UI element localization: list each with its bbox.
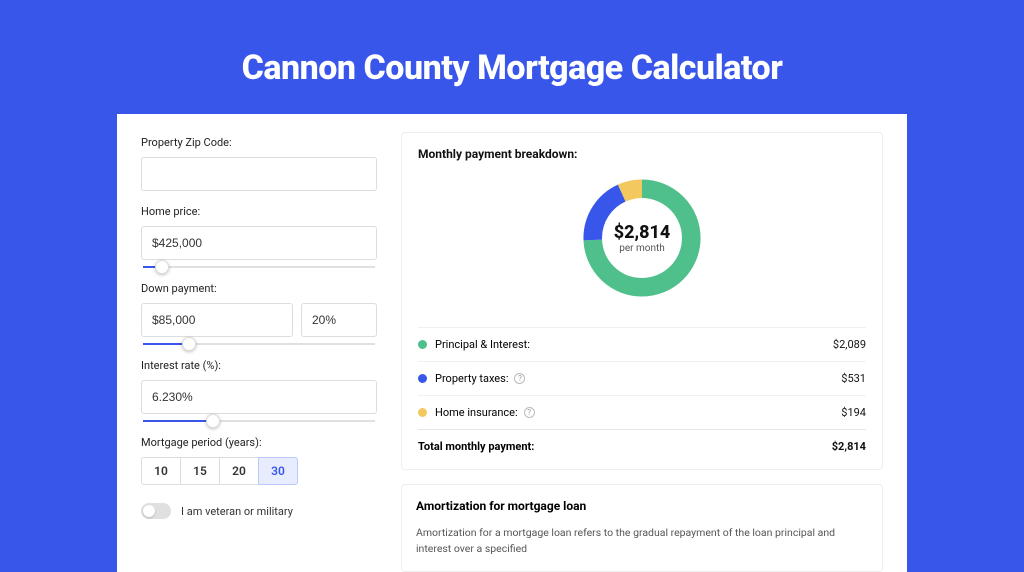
row-insurance-value: $194 (841, 406, 866, 419)
amortization-box: Amortization for mortgage loan Amortizat… (401, 484, 883, 572)
breakdown-column: Monthly payment breakdown: $2,814 per mo… (401, 132, 883, 572)
page-title: Cannon County Mortgage Calculator (0, 0, 1024, 114)
row-principal-label: Principal & Interest: (435, 338, 833, 351)
period-btn-30[interactable]: 30 (258, 457, 298, 485)
home-price-slider[interactable] (143, 260, 375, 274)
calculator-card: Property Zip Code: Home price: Down paym… (117, 114, 907, 572)
down-payment-slider[interactable] (143, 337, 375, 351)
dot-insurance-icon (418, 408, 427, 417)
down-payment-label: Down payment: (141, 282, 377, 295)
row-tax-label: Property taxes: ? (435, 372, 841, 385)
amortization-text: Amortization for a mortgage loan refers … (416, 525, 868, 557)
row-total-label: Total monthly payment: (418, 440, 832, 453)
down-payment-input[interactable] (141, 303, 293, 337)
rate-slider[interactable] (143, 414, 375, 428)
down-payment-pct-input[interactable] (301, 303, 377, 337)
dot-tax-icon (418, 374, 427, 383)
row-principal-value: $2,089 (833, 338, 866, 351)
donut-chart: $2,814 per month (577, 173, 707, 303)
row-insurance-label: Home insurance: ? (435, 406, 841, 419)
zip-label: Property Zip Code: (141, 136, 377, 149)
period-btn-10[interactable]: 10 (141, 457, 181, 485)
donut-amount: $2,814 (614, 222, 671, 243)
info-icon[interactable]: ? (524, 407, 535, 418)
row-total-value: $2,814 (832, 440, 866, 453)
period-btn-20[interactable]: 20 (219, 457, 259, 485)
breakdown-title: Monthly payment breakdown: (418, 147, 866, 161)
veteran-label: I am veteran or military (181, 505, 293, 518)
info-icon[interactable]: ? (514, 373, 525, 384)
zip-input[interactable] (141, 157, 377, 191)
dot-principal-icon (418, 340, 427, 349)
rate-label: Interest rate (%): (141, 359, 377, 372)
period-row: 10 15 20 30 (141, 457, 377, 485)
amortization-title: Amortization for mortgage loan (416, 499, 868, 513)
period-label: Mortgage period (years): (141, 436, 377, 449)
home-price-input[interactable] (141, 226, 377, 260)
rate-input[interactable] (141, 380, 377, 414)
home-price-label: Home price: (141, 205, 377, 218)
period-btn-15[interactable]: 15 (180, 457, 220, 485)
donut-sub: per month (619, 243, 665, 254)
row-tax-value: $531 (841, 372, 866, 385)
form-column: Property Zip Code: Home price: Down paym… (141, 132, 401, 572)
veteran-toggle[interactable] (141, 503, 171, 519)
